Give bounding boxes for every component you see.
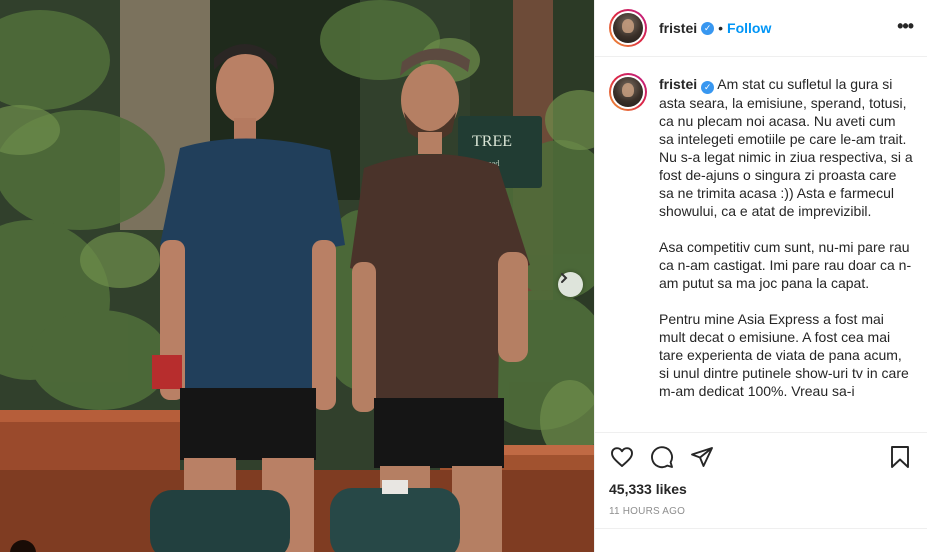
post-photo[interactable]: TREE named: [0, 0, 594, 552]
post-header: fristei ✓ • Follow •••: [595, 0, 927, 57]
heart-icon[interactable]: [609, 444, 635, 470]
caption-body: Am stat cu sufletul la gura si asta sear…: [659, 76, 913, 399]
post-timestamp[interactable]: 11 HOURS AGO: [609, 506, 913, 517]
header-username[interactable]: fristei: [659, 20, 697, 36]
sign-text: TREE: [472, 133, 512, 150]
caption-avatar[interactable]: [609, 73, 647, 111]
caption-verified-icon: ✓: [701, 81, 715, 94]
action-icons: [609, 433, 913, 481]
comment-bar: [595, 528, 927, 552]
chevron-right-icon: [561, 273, 568, 283]
header-separator: •: [718, 20, 724, 36]
next-photo-button[interactable]: [558, 272, 583, 297]
photo-scene: TREE named: [0, 0, 594, 552]
comment-icon[interactable]: [649, 444, 675, 470]
bookmark-icon[interactable]: [887, 444, 913, 470]
post-sidebar: fristei ✓ • Follow ••• fristei ✓ Am stat …: [594, 0, 927, 552]
caption: fristei ✓ Am stat cu sufletul la gura si …: [659, 75, 913, 432]
paper-plane-icon[interactable]: [689, 444, 715, 470]
more-options-icon[interactable]: •••: [897, 16, 914, 37]
follow-button[interactable]: Follow: [727, 20, 771, 36]
caption-username[interactable]: fristei: [659, 76, 697, 92]
caption-section: fristei ✓ Am stat cu sufletul la gura si …: [595, 57, 927, 432]
verified-icon: ✓: [701, 21, 715, 35]
avatar[interactable]: [609, 9, 647, 47]
like-count[interactable]: 45,333 likes: [609, 481, 913, 497]
action-bar: 45,333 likes 11 HOURS AGO: [595, 432, 927, 517]
